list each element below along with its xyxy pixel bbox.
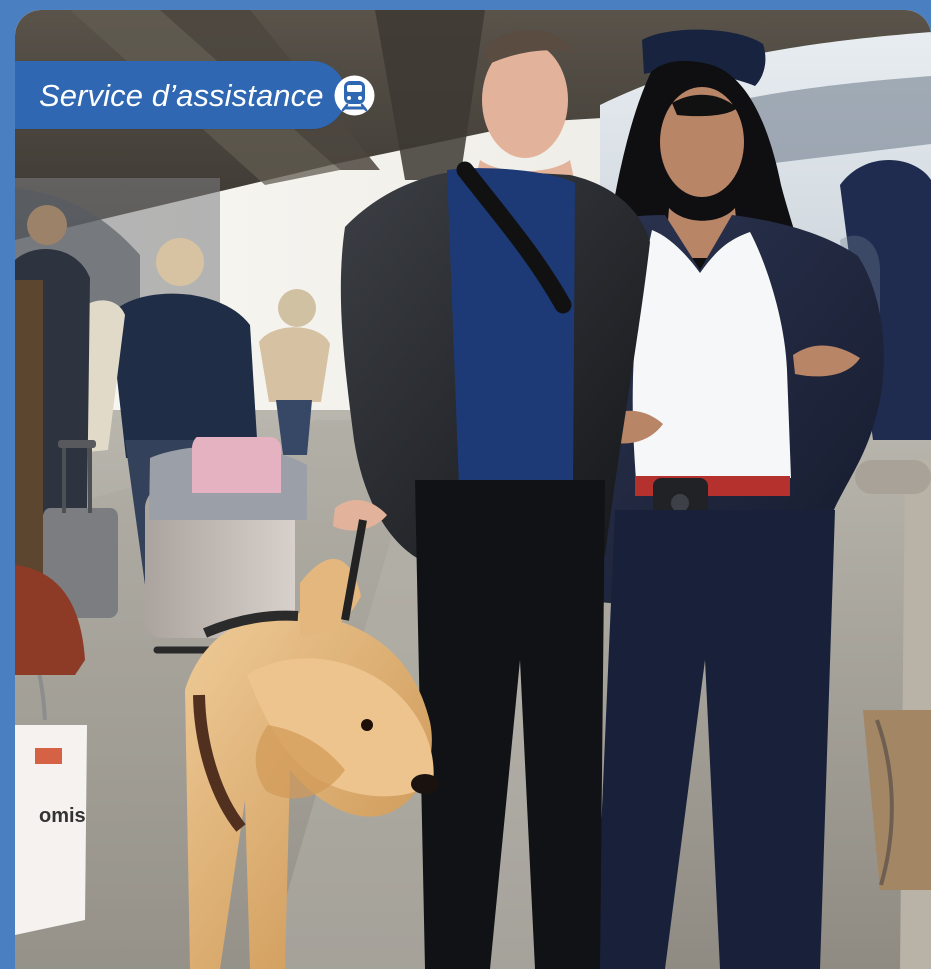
bag-logo-text: omis [39, 805, 86, 827]
shopping-bag: omis [15, 565, 87, 935]
train-icon [333, 74, 376, 117]
photo-scene: omis [15, 10, 931, 969]
page-frame: omis Service d’assistance [0, 0, 931, 969]
service-badge: Service d’assistance [15, 61, 375, 129]
service-title: Service d’assistance [39, 77, 324, 113]
